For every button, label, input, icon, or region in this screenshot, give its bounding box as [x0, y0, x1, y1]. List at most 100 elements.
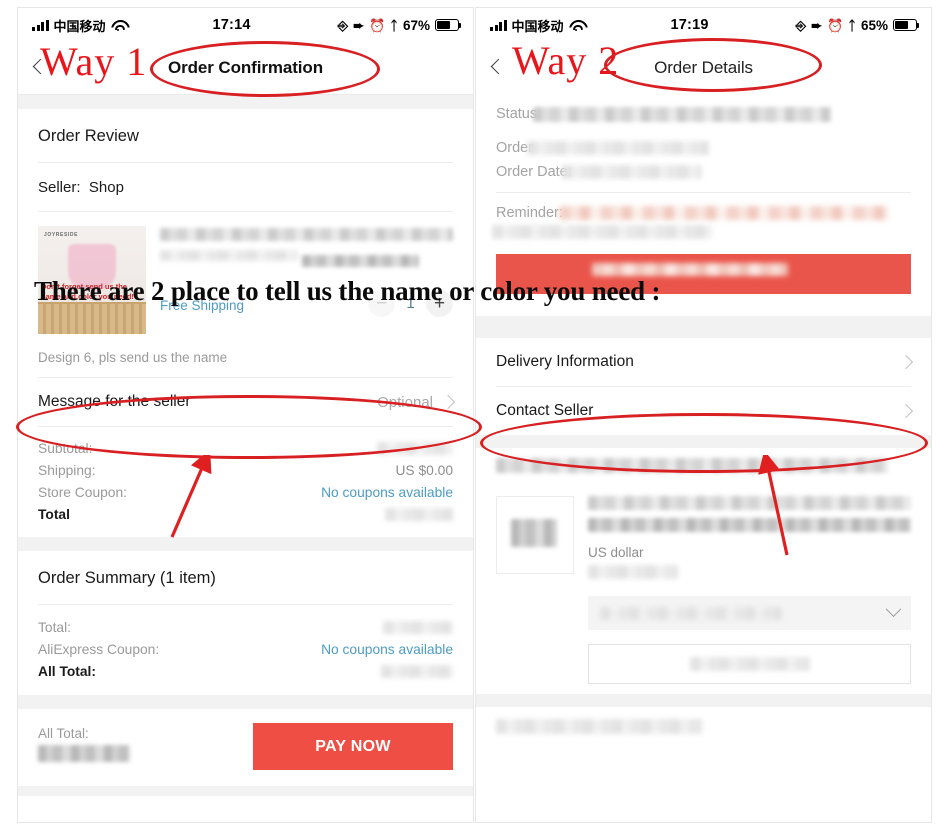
aliexpress-coupon-value[interactable]: No coupons available — [321, 642, 453, 657]
store-coupon-value[interactable]: No coupons available — [321, 485, 453, 500]
footer-total: All Total: — [38, 726, 130, 767]
order-review-totals: Subtotal: Shipping: US $0.00 Store Coupo… — [38, 427, 453, 537]
right-status-bar: 中国移动 17:19 ⎆ ➨ ⏰ ᛏ 65% — [476, 8, 931, 42]
arrow-to-contact-seller — [758, 455, 789, 556]
footer-gap — [18, 786, 473, 796]
extra-row — [496, 707, 911, 753]
chevron-right-icon — [440, 394, 456, 410]
item-option-redacted — [600, 606, 782, 620]
item-action-label-redacted — [689, 657, 810, 671]
total-value-redacted — [385, 507, 453, 521]
section-gap — [18, 537, 473, 551]
thumbnail-brand-label: JOYRESIDE — [44, 232, 79, 238]
section-gap — [476, 316, 931, 338]
bluetooth-icon: ᛏ — [848, 17, 856, 33]
order-date-label: Order Date: — [496, 164, 572, 180]
store-name-redacted — [496, 458, 888, 473]
summary-total-value-redacted — [383, 620, 453, 634]
subtotal-label: Subtotal: — [38, 440, 93, 456]
delivery-information-row[interactable]: Delivery Information — [496, 338, 914, 386]
pay-footer: All Total: PAY NOW — [18, 709, 473, 786]
alarm-clock-icon: ⏰ — [826, 17, 844, 33]
product-price-redacted — [302, 255, 420, 267]
summary-row: AliExpress Coupon: No coupons available — [38, 638, 453, 660]
signal-bars-icon — [32, 19, 49, 31]
total-row: Store Coupon: No coupons available — [38, 481, 453, 503]
seller-row[interactable]: Seller: Shop — [38, 163, 453, 211]
pay-now-button[interactable]: PAY NOW — [253, 723, 453, 770]
order-value-redacted — [527, 141, 710, 155]
instruction-headline: There are 2 place to tell us the name or… — [34, 276, 661, 306]
total-row: Shipping: US $0.00 — [38, 459, 453, 481]
signal-bars-icon — [490, 19, 507, 31]
back-chevron-icon[interactable] — [490, 57, 503, 79]
banner-redacted-text — [592, 263, 788, 276]
chevron-down-icon — [885, 600, 902, 617]
reminder-label: Reminder: — [496, 205, 563, 221]
screenshot-root: 中国移动 17:14 ⎆ ➨ ⏰ ᛏ 67% Order Confirmatio… — [0, 0, 949, 830]
optional-label: Optional — [377, 393, 433, 411]
summary-total-label: Total: — [38, 619, 71, 635]
left-status-bar: 中国移动 17:14 ⎆ ➨ ⏰ ᛏ 67% — [18, 8, 473, 42]
carrier-label: 中国移动 — [511, 18, 564, 34]
summary-row: Total: — [38, 616, 453, 638]
location-arrow-icon: ➨ — [353, 17, 364, 33]
wifi-icon — [569, 20, 584, 32]
rotation-lock-icon: ⎆ — [337, 17, 349, 33]
status-time: 17:14 — [212, 17, 251, 33]
status-left-group: 中国移动 — [490, 16, 584, 35]
status-left-group: 中国移动 — [32, 16, 126, 35]
order-extra-card — [476, 707, 931, 753]
contact-seller-row[interactable]: Contact Seller — [496, 387, 914, 435]
product-custom-note: Design 6, pls send us the name — [38, 350, 228, 365]
order-item-card: US dollar — [476, 448, 931, 694]
order-row: Order — [496, 126, 911, 160]
battery-percent-label: 67% — [402, 17, 430, 33]
store-row[interactable] — [496, 448, 911, 482]
all-total-value-redacted — [381, 664, 453, 678]
battery-icon — [893, 19, 920, 31]
section-gap — [18, 695, 473, 709]
chevron-right-icon — [898, 354, 914, 370]
seller-label: Seller: — [38, 179, 81, 196]
item-row[interactable]: US dollar — [496, 482, 911, 694]
total-label: Total — [38, 506, 70, 522]
carrier-label: 中国移动 — [53, 18, 106, 34]
wifi-icon — [111, 20, 126, 32]
section-gap — [476, 435, 931, 448]
footer-total-value-redacted — [38, 745, 130, 762]
item-action-button[interactable] — [588, 644, 911, 684]
reminder-row[interactable]: Reminder: — [496, 193, 911, 225]
left-phone-panel: 中国移动 17:14 ⎆ ➨ ⏰ ᛏ 67% Order Confirmatio… — [18, 8, 473, 822]
contact-seller-label: Contact Seller — [496, 402, 594, 419]
right-phone-panel: 中国移动 17:19 ⎆ ➨ ⏰ ᛏ 65% Order Details Sta… — [476, 8, 931, 822]
arrow-to-message-for-seller — [170, 455, 212, 538]
section-gap — [18, 95, 473, 109]
page-title: Order Details — [654, 58, 753, 77]
footer-all-total-label: All Total: — [38, 726, 89, 741]
page-title: Order Confirmation — [168, 58, 323, 77]
item-thumbnail[interactable] — [496, 496, 574, 574]
order-date-row: Order Date: — [496, 160, 911, 184]
status-right-group: ⎆ ➨ ⏰ ᛏ 65% — [795, 17, 920, 33]
store-coupon-label: Store Coupon: — [38, 484, 127, 500]
total-row: Total — [38, 503, 453, 525]
rotation-lock-icon: ⎆ — [795, 17, 807, 33]
way-2-annotation: Way 2 — [512, 38, 620, 83]
alarm-clock-icon: ⏰ — [368, 17, 386, 33]
message-for-seller-row[interactable]: Message for the seller Optional — [38, 378, 456, 426]
bluetooth-icon: ᛏ — [390, 17, 398, 33]
item-option-select[interactable] — [588, 596, 911, 630]
order-date-value-redacted — [561, 165, 702, 179]
extra-redacted — [496, 719, 702, 734]
location-arrow-icon: ➨ — [811, 17, 822, 33]
order-summary-title: Order Summary (1 item) — [38, 569, 216, 587]
way-1-annotation: Way 1 — [40, 39, 148, 84]
order-summary-card: Order Summary (1 item) Total: AliExpress… — [18, 551, 473, 695]
reminder-value-redacted — [558, 206, 889, 220]
item-thumb-redacted — [511, 519, 557, 547]
status-time: 17:19 — [670, 17, 709, 33]
battery-icon — [435, 19, 462, 31]
summary-row: All Total: — [38, 660, 453, 682]
order-review-card: Order Review Seller: Shop JOYRESIDE Don'… — [18, 109, 473, 537]
